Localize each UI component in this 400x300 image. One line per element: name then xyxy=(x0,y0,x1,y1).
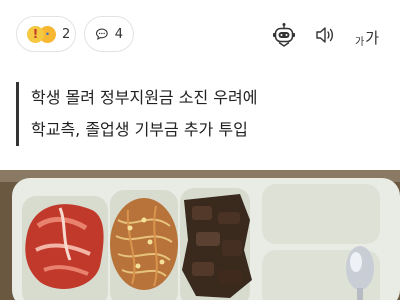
ai-robot-icon xyxy=(273,23,295,47)
reaction-emoji-icon: ! · xyxy=(27,25,56,43)
kimchi xyxy=(25,204,104,289)
article-headline: 학생 몰려 정부지원금 소진 우려에 학교측, 졸업생 기부금 추가 투입 xyxy=(16,82,376,146)
text-to-speech-button[interactable] xyxy=(314,22,336,48)
comment-count: 4 xyxy=(114,26,123,42)
font-size-small-label: 가 xyxy=(355,37,365,48)
surprised-emoji-icon: ! xyxy=(27,25,44,43)
article-toolbar: ! · 2 4 가 가 xyxy=(0,0,400,70)
font-size-large-label: 가 xyxy=(365,29,380,47)
headline-line-2: 학교측, 졸업생 기부금 추가 투입 xyxy=(31,120,248,139)
braised-meat xyxy=(182,194,252,298)
reaction-button[interactable]: ! · 2 xyxy=(16,16,76,52)
reaction-count: 2 xyxy=(62,26,71,42)
ai-summary-button[interactable] xyxy=(272,22,296,48)
meal-tray-photo xyxy=(0,170,400,300)
headline-line-1: 학생 몰려 정부지원금 소진 우려에 xyxy=(31,88,258,107)
comment-bubble-icon xyxy=(95,28,108,40)
article-photo xyxy=(0,170,400,300)
comment-button[interactable]: 4 xyxy=(84,16,134,52)
font-size-button[interactable]: 가 가 xyxy=(355,22,379,48)
bean-sprouts xyxy=(110,198,178,290)
speaker-icon xyxy=(316,27,333,43)
